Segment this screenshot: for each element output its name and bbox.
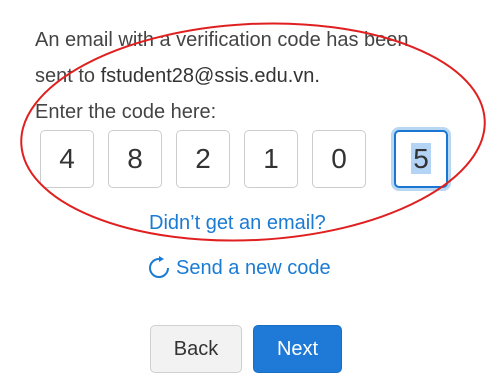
code-digit-4[interactable]: 1 — [244, 130, 298, 188]
code-digit-1[interactable]: 4 — [40, 130, 94, 188]
verification-message: An email with a verification code has be… — [35, 22, 475, 130]
code-digit-5[interactable]: 0 — [312, 130, 366, 188]
send-new-code-label: Send a new code — [176, 256, 331, 279]
code-digit-6-selected-text: 5 — [411, 143, 431, 174]
code-digit-2[interactable]: 8 — [108, 130, 162, 188]
code-digit-6[interactable]: 5 — [394, 130, 448, 188]
message-line-3: Enter the code here: — [35, 101, 217, 123]
back-button[interactable]: Back — [150, 325, 242, 373]
send-new-code-link[interactable]: Send a new code — [146, 255, 331, 281]
email-address: fstudent28@ssis.edu.vn. — [100, 65, 320, 87]
next-button[interactable]: Next — [253, 325, 342, 373]
didnt-get-email-link[interactable]: Didn’t get an email? — [149, 212, 326, 235]
message-line-1: An email with a verification code has be… — [35, 29, 409, 51]
refresh-arrow-icon — [149, 256, 169, 278]
code-digit-3[interactable]: 2 — [176, 130, 230, 188]
message-line-2: sent to fstudent28@ssis.edu.vn. — [35, 58, 475, 94]
message-sent-to: sent to — [35, 65, 101, 87]
